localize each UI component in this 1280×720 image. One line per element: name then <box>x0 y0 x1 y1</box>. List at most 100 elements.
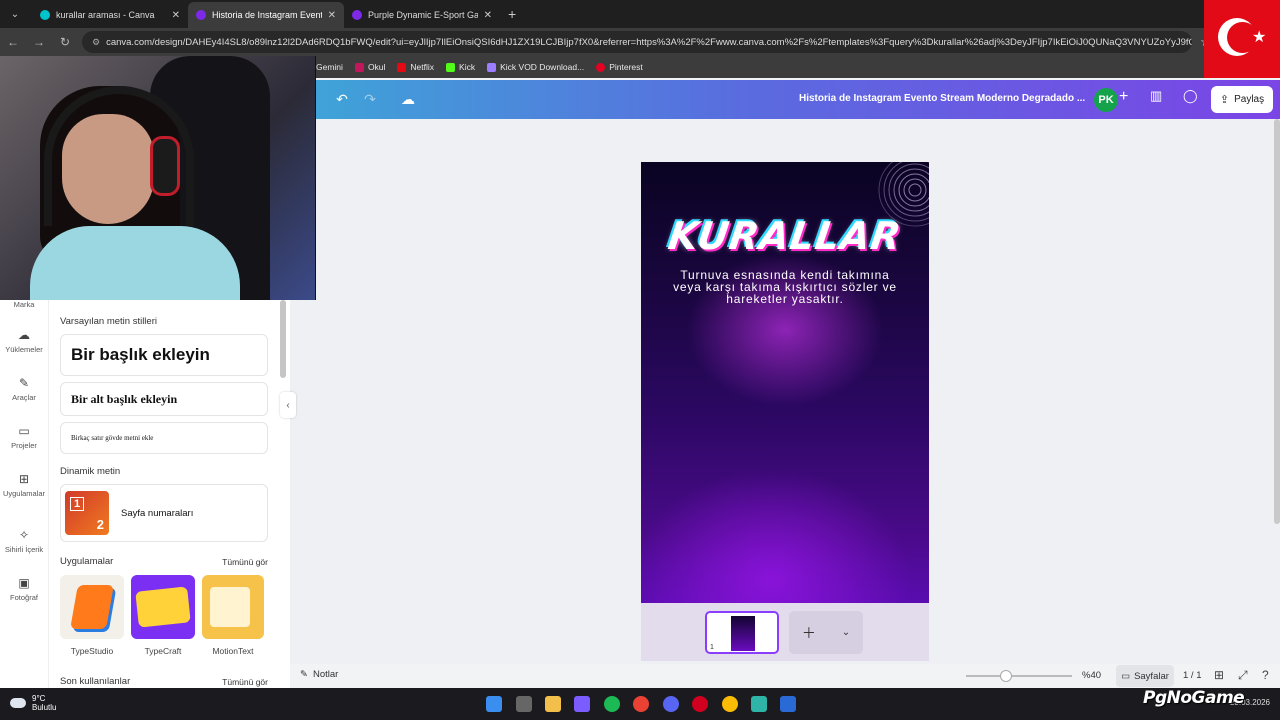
bookmark-pinterest[interactable]: Pinterest <box>596 62 643 72</box>
rail-label: Projeler <box>11 441 37 450</box>
cloud-icon <box>10 698 26 708</box>
close-icon[interactable]: ✕ <box>328 10 336 21</box>
discord-icon[interactable] <box>663 696 679 712</box>
bookmark-netflix[interactable]: Netflix <box>397 62 434 72</box>
netflix-icon <box>397 62 407 72</box>
panel-scrollbar[interactable] <box>280 300 286 378</box>
redo-icon[interactable]: ↷ <box>358 88 382 112</box>
app-typecraft-tile[interactable] <box>131 575 195 639</box>
rail-item-araclar[interactable]: ✎ Araçlar <box>0 376 48 402</box>
new-tab-button[interactable]: + <box>508 6 516 22</box>
add-subheading-button[interactable]: Bir alt başlık ekleyin <box>60 382 268 416</box>
app-typestudio-tile[interactable] <box>60 575 124 639</box>
cloud-upload-icon: ☁ <box>18 328 30 342</box>
canva-favicon-icon <box>352 10 362 20</box>
see-all-apps-link[interactable]: Tümünü gör <box>222 557 268 567</box>
task-view-icon[interactable] <box>516 696 532 712</box>
comment-icon[interactable]: ◯ <box>1183 88 1198 104</box>
copilot-icon[interactable] <box>574 696 590 712</box>
thumbnail-page-number: 1 <box>710 644 714 651</box>
add-body-text-button[interactable]: Birkaç satır gövde metni ekle <box>60 422 268 454</box>
insights-chart-icon[interactable]: ▥ <box>1150 88 1162 104</box>
zoom-slider-track[interactable] <box>966 675 1072 677</box>
canvas-scrollbar[interactable] <box>1274 119 1280 524</box>
reload-icon[interactable]: ↻ <box>52 35 78 49</box>
share-button[interactable]: ⇪ Paylaş <box>1211 86 1273 113</box>
page-numbers-icon: 1 2 <box>65 491 109 535</box>
pages-button[interactable]: ▭ Sayfalar <box>1116 665 1174 687</box>
fullscreen-icon[interactable]: ⤢ <box>1238 668 1248 683</box>
pages-icon: ▭ <box>1121 670 1131 682</box>
rail-item-uygulamalar[interactable]: ⊞ Uygulamalar <box>0 472 48 498</box>
tab-label: kurallar araması - Canva <box>56 10 155 20</box>
document-title[interactable]: Historia de Instagram Evento Stream Mode… <box>799 93 1085 104</box>
windows-start-icon[interactable] <box>486 696 502 712</box>
file-explorer-icon[interactable] <box>545 696 561 712</box>
collapse-panel-button[interactable]: ‹ <box>280 392 296 418</box>
left-rail: Marka ☁ Yüklemeler ✎ Araçlar ▭ Projeler ⊞ Uy… <box>0 300 48 688</box>
rail-item-marka[interactable]: Marka <box>0 300 48 309</box>
photo-icon: ▣ <box>18 576 30 590</box>
design-title-text[interactable]: KURALLAR <box>641 214 929 258</box>
app-window-icon[interactable] <box>780 696 796 712</box>
design-body-text[interactable]: Turnuva esnasında kendi takımına veya ka… <box>665 269 905 305</box>
rail-item-sihirli-icerik[interactable]: ✧ Sihirli İçerik <box>0 528 48 554</box>
rail-label: Araçlar <box>12 393 36 402</box>
plus-icon: ＋ <box>801 624 816 641</box>
apps-grid-icon: ⊞ <box>18 472 30 486</box>
section-dynamic-text: Dinamik metin <box>60 466 121 477</box>
cloud-save-icon[interactable]: ☁ <box>396 88 420 112</box>
typecraft-logo-icon <box>135 586 191 628</box>
page-thumbnail[interactable]: 1 <box>705 611 779 654</box>
spotify-icon[interactable] <box>604 696 620 712</box>
rail-item-projeler[interactable]: ▭ Projeler <box>0 424 48 450</box>
canva-header: ↶ ↷ ☁ Historia de Instagram Evento Strea… <box>316 80 1280 119</box>
forward-icon[interactable]: → <box>26 35 52 49</box>
chrome-alt-icon[interactable] <box>722 696 738 712</box>
page-numbers-button[interactable]: 1 2 Sayfa numaraları <box>60 484 268 542</box>
kick-vod-icon <box>487 62 497 72</box>
chrome-icon[interactable] <box>633 696 649 712</box>
help-icon[interactable]: ? <box>1262 668 1269 682</box>
share-icon: ⇪ <box>1219 94 1230 106</box>
rail-item-fotograf[interactable]: ▣ Fotoğraf <box>0 576 48 602</box>
notes-button[interactable]: ✎ Notlar <box>300 669 338 680</box>
add-page-button[interactable]: ＋ ⌄ <box>789 611 863 654</box>
pen-tool-icon: ✎ <box>18 376 30 390</box>
chevron-down-icon[interactable]: ⌄ <box>842 627 850 638</box>
opera-icon[interactable] <box>692 696 708 712</box>
phone-link-icon[interactable] <box>751 696 767 712</box>
design-page[interactable]: KURALLAR Turnuva esnasında kendi takımın… <box>641 162 929 603</box>
app-label: TypeStudio <box>70 646 114 656</box>
app-motiontext-tile[interactable] <box>202 575 264 639</box>
typestudio-logo-icon <box>70 585 114 629</box>
weather-widget[interactable]: 9°C Bulutlu <box>10 694 56 712</box>
bookmark-kick-vod[interactable]: Kick VOD Download... <box>487 62 584 72</box>
bookmark-kick[interactable]: Kick <box>446 62 475 72</box>
bookmark-okul[interactable]: Okul <box>354 62 385 72</box>
rail-label: Sihirli İçerik <box>4 545 44 554</box>
undo-icon[interactable]: ↶ <box>330 88 354 112</box>
grid-view-icon[interactable]: ⊞ <box>1214 668 1224 682</box>
bookmark-gemini[interactable]: Gemini <box>316 62 343 72</box>
url-input[interactable]: ⚙ canva.com/design/DAHEy4I4SL8/o89lnz12l… <box>82 31 1192 53</box>
avatar[interactable]: PK <box>1094 88 1118 112</box>
zoom-value[interactable]: %40 <box>1082 670 1101 681</box>
tab-historia[interactable]: Historia de Instagram Evento St ✕ <box>188 2 344 28</box>
zoom-slider-thumb[interactable] <box>1000 670 1012 682</box>
notes-label: Notlar <box>312 669 339 680</box>
canvas-workspace[interactable]: KURALLAR Turnuva esnasında kendi takımın… <box>290 119 1280 664</box>
tab-search-icon[interactable]: ⌄ <box>4 4 26 24</box>
tab-kurallar[interactable]: kurallar araması - Canva ✕ <box>32 2 188 28</box>
site-info-icon[interactable]: ⚙ <box>92 37 100 48</box>
kick-icon <box>446 62 456 72</box>
canva-favicon-icon <box>196 10 206 20</box>
invite-plus-icon[interactable]: + <box>1119 88 1128 106</box>
see-all-recent-link[interactable]: Tümünü gör <box>222 677 268 687</box>
tab-purple-dynamic[interactable]: Purple Dynamic E-Sport Game ✕ <box>344 2 500 28</box>
close-icon[interactable]: ✕ <box>484 10 492 21</box>
add-heading-button[interactable]: Bir başlık ekleyin <box>60 334 268 376</box>
close-icon[interactable]: ✕ <box>172 10 180 21</box>
rail-item-yuklemeler[interactable]: ☁ Yüklemeler <box>0 328 48 354</box>
back-icon[interactable]: ← <box>0 35 26 49</box>
